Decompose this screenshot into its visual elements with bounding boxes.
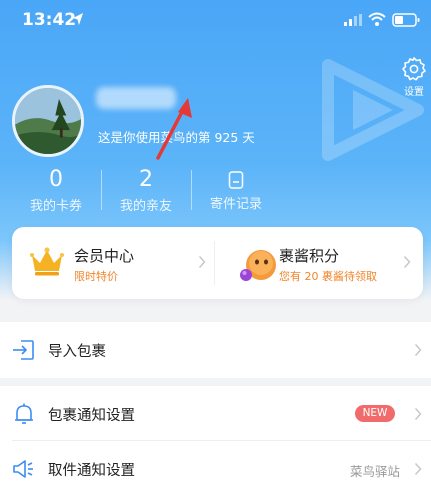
mascot-icon	[240, 250, 276, 281]
gear-icon	[402, 57, 426, 81]
chevron-right-icon	[198, 255, 206, 269]
list-item-pickup-notification[interactable]: 取件通知设置 菜鸟驿站	[0, 441, 431, 488]
stat-my-friends[interactable]: 2 我的亲友	[101, 167, 191, 214]
friends-label: 我的亲友	[119, 199, 172, 214]
points-subtitle: 您有 20 裹酱待领取	[279, 270, 377, 283]
battery-icon	[392, 13, 420, 27]
coupons-label: 我的卡券	[29, 199, 82, 214]
avatar[interactable]	[12, 85, 84, 157]
chevron-right-icon	[414, 462, 422, 476]
wifi-icon	[368, 12, 386, 26]
pickup-label: 取件通知设置	[48, 463, 135, 479]
avatar-image	[15, 88, 81, 154]
chevron-right-icon	[414, 343, 422, 357]
import-label: 导入包裹	[48, 344, 106, 360]
crown-icon	[30, 247, 64, 276]
import-icon	[13, 340, 34, 360]
coupons-count: 0	[49, 167, 63, 192]
vip-subtitle: 限时特价	[74, 270, 118, 283]
pickup-value: 菜鸟驿站	[350, 464, 401, 479]
send-records-label: 寄件记录	[209, 197, 262, 212]
new-badge: NEW	[355, 405, 395, 422]
status-bar: 13:42	[0, 0, 431, 40]
status-time: 13:42	[22, 10, 77, 30]
chevron-right-icon	[403, 255, 411, 269]
settings-label: 设置	[404, 87, 424, 98]
vip-title: 会员中心	[74, 247, 135, 265]
location-arrow-icon	[73, 13, 83, 25]
notify-label: 包裹通知设置	[48, 408, 135, 424]
chevron-right-icon	[414, 407, 422, 421]
membership-card: 会员中心 限时特价 裹酱积分 您有 20 裹酱待领取	[12, 227, 423, 299]
stat-my-coupons[interactable]: 0 我的卡券	[11, 167, 101, 214]
vip-center-entry[interactable]: 会员中心 限时特价	[12, 227, 214, 299]
stat-send-records[interactable]: 寄件记录	[191, 167, 281, 212]
friends-count: 2	[139, 167, 153, 192]
signal-icon	[344, 14, 362, 26]
bell-icon	[15, 403, 33, 424]
settings-button[interactable]: 设置	[400, 56, 428, 98]
points-title: 裹酱积分	[279, 247, 340, 265]
speaker-icon	[13, 460, 33, 478]
list-item-package-notification[interactable]: 包裹通知设置 NEW	[0, 386, 431, 442]
document-icon	[228, 171, 244, 189]
list-item-import-packages[interactable]: 导入包裹	[0, 322, 431, 378]
red-arrow-annotation	[156, 98, 192, 160]
